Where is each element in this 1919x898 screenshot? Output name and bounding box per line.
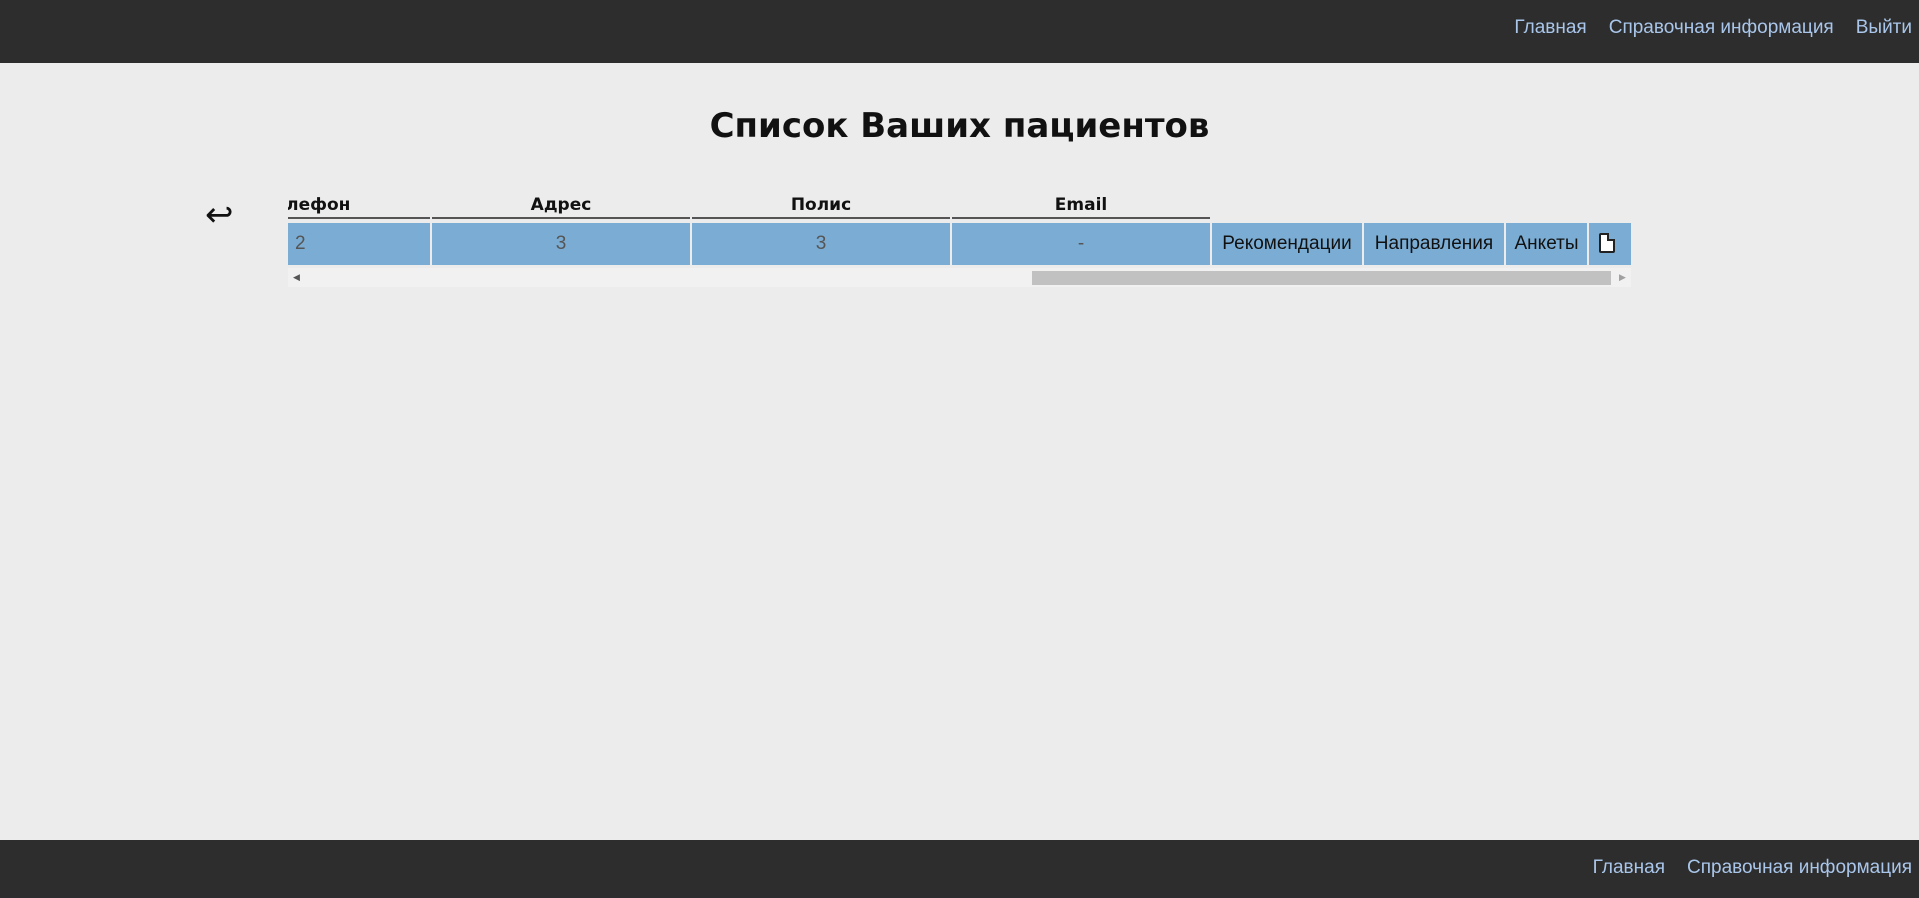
nav-link-home[interactable]: Главная (1514, 17, 1586, 39)
cell-policy: 3 (692, 223, 950, 265)
scrollbar-thumb[interactable] (1032, 271, 1611, 285)
column-header-phone: Телефон (288, 193, 430, 219)
return-arrow-icon[interactable]: ↩ (205, 198, 234, 232)
scroll-left-arrow-icon[interactable]: ◀ (288, 268, 305, 287)
footer-link-reference-info[interactable]: Справочная информация (1687, 857, 1912, 879)
footer-nav: Главная Справочная информация (1593, 857, 1912, 879)
footer: Главная Справочная информация (0, 840, 1919, 898)
column-header-policy: Полис (692, 193, 950, 219)
patients-table: Телефон Адрес Полис Email 2 3 3 - Рекоме… (288, 193, 1631, 265)
document-button[interactable] (1589, 223, 1631, 265)
questionnaires-button[interactable]: Анкеты (1506, 223, 1587, 265)
page-title: Список Ваших пациентов (709, 106, 1210, 146)
column-header-address: Адрес (432, 193, 690, 219)
nav-link-reference-info[interactable]: Справочная информация (1609, 17, 1834, 39)
document-icon (1599, 233, 1615, 253)
cell-address: 3 (432, 223, 690, 265)
cell-email: - (952, 223, 1210, 265)
scroll-right-arrow-icon[interactable]: ▶ (1614, 268, 1631, 287)
recommendations-button[interactable]: Рекомендации (1212, 223, 1362, 265)
patients-table-scroll-container[interactable]: Телефон Адрес Полис Email 2 3 3 - Рекоме… (288, 193, 1631, 289)
referrals-button[interactable]: Направления (1364, 223, 1504, 265)
footer-link-home[interactable]: Главная (1593, 857, 1665, 879)
cell-phone: 2 (288, 223, 430, 265)
horizontal-scrollbar[interactable]: ◀ ▶ (288, 268, 1631, 287)
column-header-email: Email (952, 193, 1210, 219)
top-nav: Главная Справочная информация Выйти (1514, 17, 1912, 39)
nav-link-logout[interactable]: Выйти (1856, 17, 1912, 39)
top-navbar: Главная Справочная информация Выйти (0, 0, 1919, 63)
